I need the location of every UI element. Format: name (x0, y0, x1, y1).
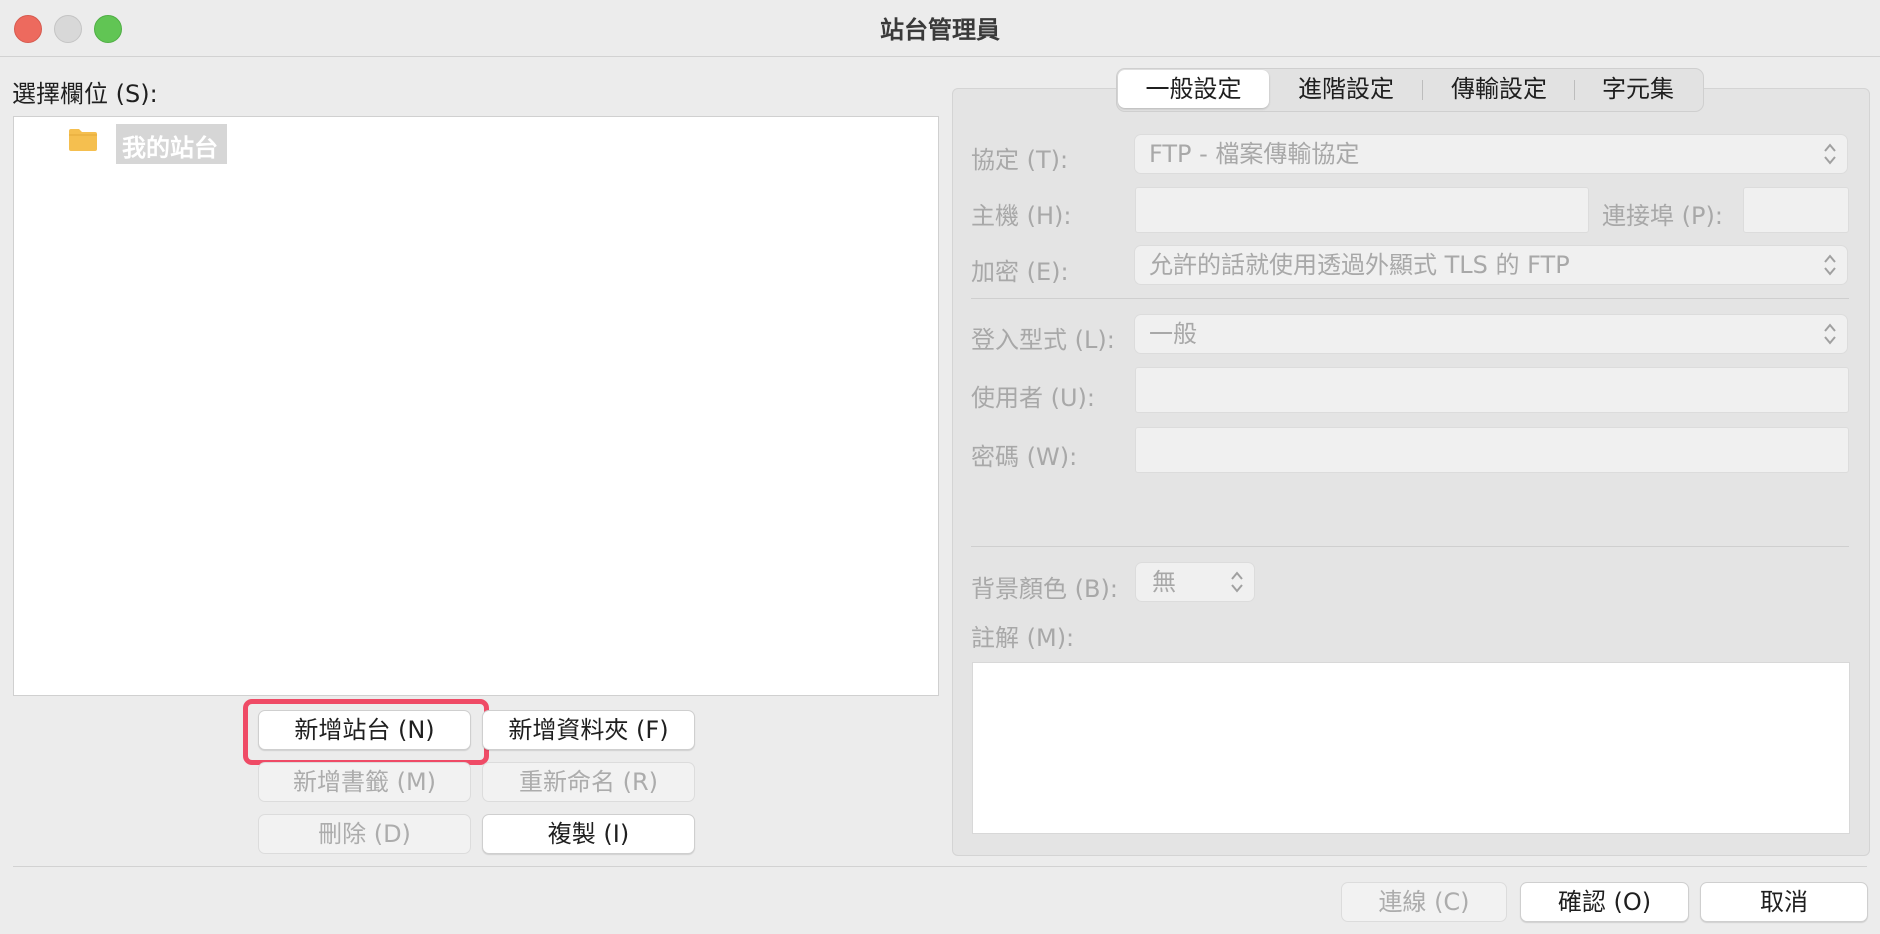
background-color-label: 背景顏色 (B): (971, 575, 1118, 603)
section-divider (971, 298, 1849, 299)
encryption-select[interactable]: 允許的話就使用透過外顯式 TLS 的 FTP (1134, 245, 1848, 285)
protocol-value: FTP - 檔案傳輸協定 (1149, 140, 1360, 168)
comments-textarea[interactable] (972, 662, 1850, 834)
section-divider (971, 546, 1849, 547)
folder-icon (69, 129, 97, 151)
new-folder-button[interactable]: 新增資料夾 (F) (482, 710, 695, 750)
password-label: 密碼 (W): (971, 443, 1078, 471)
tab-charset[interactable]: 字元集 (1580, 70, 1696, 108)
chevron-up-down-icon (1824, 254, 1836, 276)
tab-transfer[interactable]: 傳輸設定 (1428, 70, 1570, 108)
new-bookmark-button[interactable]: 新增書籤 (M) (258, 762, 471, 802)
protocol-select[interactable]: FTP - 檔案傳輸協定 (1134, 134, 1848, 174)
logon-type-select[interactable]: 一般 (1134, 314, 1848, 354)
duplicate-button[interactable]: 複製 (I) (482, 814, 695, 854)
password-field[interactable] (1135, 427, 1849, 473)
user-label: 使用者 (U): (971, 384, 1096, 412)
chevron-up-down-icon (1231, 571, 1243, 593)
select-entry-label: 選擇欄位 (S): (12, 80, 158, 108)
protocol-label: 協定 (T): (971, 146, 1069, 174)
new-site-button[interactable]: 新增站台 (N) (258, 710, 471, 750)
logon-type-label: 登入型式 (L): (971, 326, 1115, 354)
user-field[interactable] (1135, 367, 1849, 413)
window-title: 站台管理員 (880, 16, 1000, 44)
port-field[interactable] (1743, 187, 1849, 233)
logon-type-value: 一般 (1149, 320, 1197, 348)
site-tree[interactable] (13, 116, 939, 696)
tree-item-label: 我的站台 (122, 134, 218, 162)
port-label: 連接埠 (P): (1602, 202, 1723, 230)
ok-button[interactable]: 確認 (O) (1520, 882, 1689, 922)
footer-divider (13, 866, 1867, 867)
delete-button[interactable]: 刪除 (D) (258, 814, 471, 854)
chevron-up-down-icon (1824, 323, 1836, 345)
encryption-label: 加密 (E): (971, 258, 1069, 286)
cancel-button[interactable]: 取消 (1700, 882, 1868, 922)
background-color-value: 無 (1152, 568, 1176, 596)
background-color-select[interactable]: 無 (1135, 562, 1255, 602)
tab-advanced[interactable]: 進階設定 (1275, 70, 1417, 108)
encryption-value: 允許的話就使用透過外顯式 TLS 的 FTP (1149, 251, 1570, 279)
comments-label: 註解 (M): (971, 624, 1075, 652)
tab-general[interactable]: 一般設定 (1118, 70, 1269, 108)
host-field[interactable] (1135, 187, 1589, 233)
connect-button[interactable]: 連線 (C) (1341, 882, 1507, 922)
rename-button[interactable]: 重新命名 (R) (482, 762, 695, 802)
tab-divider (1574, 80, 1575, 100)
tab-divider (1422, 80, 1423, 100)
host-label: 主機 (H): (971, 202, 1072, 230)
chevron-up-down-icon (1824, 143, 1836, 165)
